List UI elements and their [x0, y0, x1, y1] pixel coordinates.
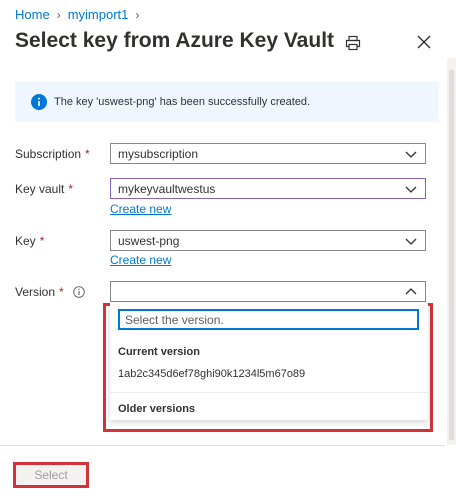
key-label: Key *: [15, 234, 45, 248]
chevron-right-icon: ›: [56, 7, 61, 22]
chevron-down-icon: [405, 151, 417, 158]
key-value: uswest-png: [118, 233, 180, 248]
current-version-heading: Current version: [118, 346, 200, 358]
print-icon[interactable]: [345, 35, 361, 51]
key-vault-label: Key vault *: [15, 182, 74, 196]
required-marker: *: [68, 182, 74, 196]
current-version-option[interactable]: 1ab2c345d6ef78ghi90k1234l5m67o89: [118, 368, 305, 380]
subscription-value: mysubscription: [118, 146, 199, 161]
select-button[interactable]: Select: [16, 465, 86, 485]
banner-message: The key 'uswest-png' has been successful…: [54, 96, 311, 108]
chevron-up-icon: [405, 287, 417, 294]
chevron-down-icon: [405, 186, 417, 193]
footer-divider: [0, 445, 445, 446]
required-marker: *: [85, 147, 90, 161]
version-dropdown-panel: Current version 1ab2c345d6ef78ghi90k1234…: [110, 303, 428, 420]
breadcrumb: Home › myimport1 ›: [15, 7, 146, 22]
key-vault-value: mykeyvaultwestus: [118, 181, 216, 196]
key-vault-create-new-link[interactable]: Create new: [110, 202, 171, 216]
info-banner: The key 'uswest-png' has been successful…: [15, 82, 439, 122]
chevron-right-icon: ›: [135, 7, 140, 22]
info-icon[interactable]: [72, 286, 85, 298]
version-search-input[interactable]: [120, 312, 417, 327]
version-search-box[interactable]: [118, 309, 419, 330]
page-title: Select key from Azure Key Vault: [15, 29, 335, 52]
required-marker: *: [59, 285, 64, 299]
chevron-down-icon: [405, 238, 417, 245]
version-dropdown[interactable]: [110, 281, 426, 302]
info-circle-icon: [31, 94, 47, 110]
breadcrumb-myimport1-link[interactable]: myimport1: [68, 7, 129, 22]
subscription-label: Subscription *: [15, 147, 90, 161]
older-versions-heading: Older versions: [118, 403, 196, 415]
required-marker: *: [39, 234, 45, 248]
key-dropdown[interactable]: uswest-png: [110, 230, 426, 251]
panel-divider: [110, 392, 428, 393]
scrollbar[interactable]: [447, 58, 456, 445]
version-label: Version *: [15, 285, 85, 299]
breadcrumb-home-link[interactable]: Home: [15, 7, 50, 22]
close-icon[interactable]: [416, 34, 432, 50]
key-vault-dropdown[interactable]: mykeyvaultwestus: [110, 178, 426, 199]
key-create-new-link[interactable]: Create new: [110, 253, 171, 267]
subscription-dropdown[interactable]: mysubscription: [110, 143, 426, 164]
scrollbar-thumb[interactable]: [449, 70, 454, 440]
